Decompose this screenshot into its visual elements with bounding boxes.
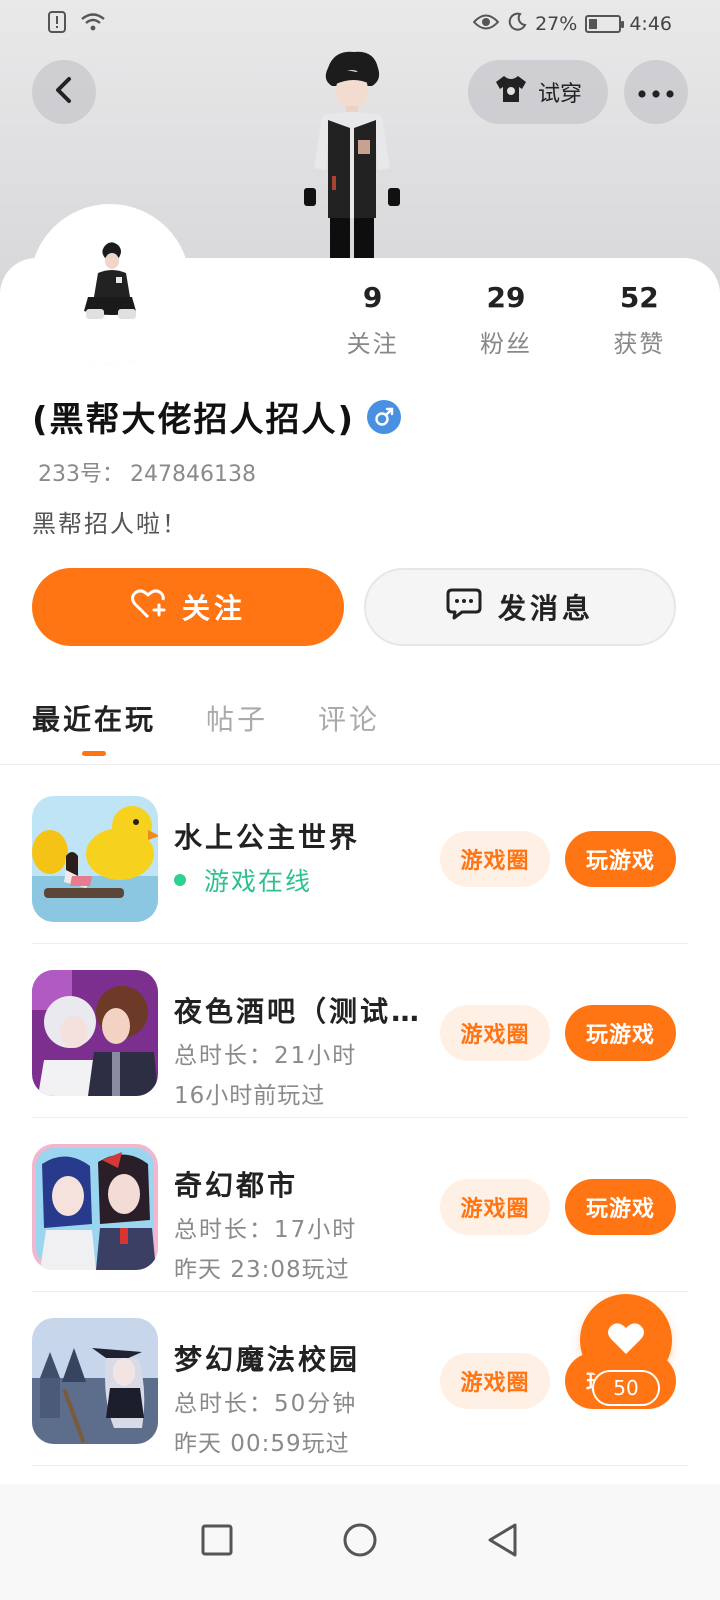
game-title: 奇幻都市	[174, 1169, 299, 1202]
send-message-button[interactable]: 发消息	[364, 568, 676, 646]
total-playtime: 总时长：21小时	[174, 1043, 358, 1069]
stat-following[interactable]: 9 关注	[306, 280, 439, 360]
recent-apps-icon[interactable]	[200, 1523, 234, 1561]
game-icon[interactable]	[32, 970, 158, 1096]
game-title: 夜色酒吧（测试…	[174, 995, 423, 1028]
play-game-button[interactable]: 玩游戏	[565, 831, 676, 887]
profile-name-row: (黑帮大佬招人招人)	[32, 392, 402, 441]
user-id-label: 233号：	[38, 462, 124, 487]
online-dot-icon	[174, 874, 186, 886]
heart-plus-icon	[130, 588, 166, 627]
game-icon[interactable]	[32, 1144, 158, 1270]
stat-label: 获赞	[613, 330, 666, 358]
heart-icon	[606, 1320, 646, 1360]
back-button[interactable]	[32, 60, 96, 124]
status-bar: 27% 4:46	[0, 0, 720, 48]
game-title: 梦幻魔法校园	[174, 1343, 361, 1376]
nickname: (黑帮大佬招人招人)	[32, 400, 356, 440]
follow-label: 关注	[181, 592, 246, 625]
moon-icon	[507, 12, 527, 37]
more-options-button[interactable]	[624, 60, 688, 124]
system-navigation-bar	[0, 1484, 720, 1600]
stat-number: 52	[619, 281, 659, 314]
play-game-button[interactable]: 玩游戏	[565, 1179, 676, 1235]
tab-posts[interactable]: 帖子	[206, 694, 268, 754]
stat-followers[interactable]: 29 粉丝	[439, 280, 572, 360]
stat-label: 关注	[346, 330, 399, 358]
divider	[0, 764, 720, 765]
profile-tabs: 最近在玩 帖子 评论	[32, 694, 380, 764]
last-played: 昨天 23:08玩过	[174, 1257, 350, 1283]
male-icon	[367, 399, 402, 434]
character-figure	[292, 48, 412, 260]
game-icon[interactable]	[32, 796, 158, 922]
more-dots-icon	[638, 83, 674, 102]
game-title: 水上公主世界	[174, 821, 361, 854]
user-id[interactable]: 233号： 247846138	[32, 456, 256, 488]
stat-number: 9	[362, 281, 383, 314]
online-label: 游戏在线	[204, 867, 313, 896]
eye-icon	[472, 13, 500, 36]
try-on-label: 试穿	[537, 82, 582, 107]
avatar[interactable]	[34, 208, 186, 360]
game-circle-button[interactable]: 游戏圈	[440, 1353, 550, 1409]
profile-stats: 9 关注 29 粉丝 52 获赞	[306, 280, 706, 360]
chat-bubble-icon	[446, 587, 482, 628]
game-circle-button[interactable]: 游戏圈	[440, 1179, 550, 1235]
play-game-button[interactable]: 玩游戏	[565, 1005, 676, 1061]
user-id-value: 247846138	[130, 462, 256, 487]
home-icon[interactable]	[342, 1522, 378, 1562]
tab-comments[interactable]: 评论	[318, 694, 380, 754]
last-played: 16小时前玩过	[174, 1083, 326, 1109]
follow-button[interactable]: 关注	[32, 568, 344, 646]
game-circle-button[interactable]: 游戏圈	[440, 831, 550, 887]
list-item[interactable]: 水上公主世界 游戏在线 游戏圈 玩游戏	[32, 770, 688, 944]
game-circle-button[interactable]: 游戏圈	[440, 1005, 550, 1061]
battery-icon	[585, 15, 625, 33]
chevron-left-icon	[53, 76, 75, 108]
list-item[interactable]: 夜色酒吧（测试… 总时长：21小时 16小时前玩过 游戏圈 玩游戏	[32, 944, 688, 1118]
clock: 4:46	[629, 13, 672, 35]
shirt-icon	[494, 74, 528, 110]
try-on-button[interactable]: 试穿	[468, 60, 608, 124]
tab-recently-played[interactable]: 最近在玩	[32, 694, 156, 756]
battery-percent: 27%	[535, 13, 578, 35]
list-item[interactable]: 奇幻都市 总时长：17小时 昨天 23:08玩过 游戏圈 玩游戏	[32, 1118, 688, 1292]
bio: 黑帮招人啦！	[32, 510, 188, 538]
game-icon[interactable]	[32, 1318, 158, 1444]
stat-number: 29	[486, 281, 526, 314]
stat-label: 粉丝	[479, 330, 532, 358]
total-playtime: 总时长：17小时	[174, 1217, 358, 1243]
send-message-label: 发消息	[497, 592, 594, 625]
like-count-badge: 50	[592, 1370, 660, 1406]
alert-icon	[48, 10, 66, 38]
back-nav-icon[interactable]	[486, 1522, 520, 1562]
total-playtime: 总时长：50分钟	[174, 1391, 358, 1417]
stat-likes[interactable]: 52 获赞	[573, 280, 706, 360]
online-status: 游戏在线	[174, 862, 312, 898]
last-played: 昨天 00:59玩过	[174, 1431, 350, 1457]
wifi-icon	[80, 12, 106, 37]
